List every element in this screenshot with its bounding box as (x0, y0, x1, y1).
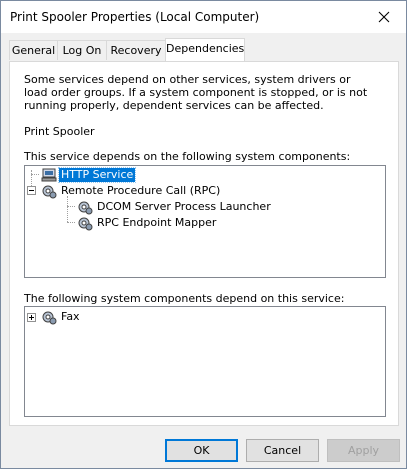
gear-service-icon (78, 217, 93, 231)
cancel-button[interactable]: Cancel (246, 439, 319, 462)
driver-icon (41, 168, 57, 182)
tree-item-rpc[interactable]: Remote Procedure Call (RPC) (41, 183, 222, 199)
dependencies-panel: Some services depend on other services, … (9, 61, 399, 426)
service-name: Print Spooler (24, 125, 95, 138)
tree-item-http-service[interactable]: HTTP Service (41, 167, 137, 183)
tree-item-label: Remote Procedure Call (RPC) (61, 184, 221, 197)
tree-item-label: HTTP Service (57, 167, 137, 183)
apply-button: Apply (327, 439, 400, 462)
tree-item-fax[interactable]: Fax (41, 309, 82, 325)
tab-label: Recovery (110, 44, 162, 57)
close-button[interactable] (362, 1, 406, 33)
tree-connector (31, 174, 39, 175)
tab-label: Dependencies (166, 42, 245, 55)
dependencies-description: Some services depend on other services, … (24, 73, 368, 112)
tree-item-dcom-launcher[interactable]: DCOM Server Process Launcher (77, 199, 273, 215)
depends-on-label: This service depends on the following sy… (24, 150, 351, 163)
window-title: Print Spooler Properties (Local Computer… (10, 10, 260, 24)
tab-recovery[interactable]: Recovery (106, 40, 166, 60)
depends-on-tree[interactable]: HTTP Service Remote Procedure Call (RPC)… (24, 165, 386, 278)
title-bar[interactable]: Print Spooler Properties (Local Computer… (1, 1, 406, 33)
tab-log-on[interactable]: Log On (57, 40, 107, 60)
tree-item-label: RPC Endpoint Mapper (97, 216, 217, 229)
tree-item-rpc-endpoint-mapper[interactable]: RPC Endpoint Mapper (77, 215, 218, 231)
close-icon (378, 11, 390, 23)
expand-toggle[interactable] (27, 313, 36, 322)
gear-service-icon (78, 201, 93, 215)
tab-label: Log On (62, 44, 102, 57)
gear-service-icon (42, 311, 57, 325)
tab-strip: General Log On Recovery Dependencies (9, 38, 399, 62)
tab-general[interactable]: General (9, 40, 58, 60)
ok-button[interactable]: OK (165, 439, 238, 462)
tree-connector (67, 196, 68, 222)
dependents-tree[interactable]: Fax (24, 306, 386, 417)
properties-dialog: Print Spooler Properties (Local Computer… (0, 0, 407, 469)
tree-item-label: DCOM Server Process Launcher (97, 200, 271, 213)
dependents-label: The following system components depend o… (24, 292, 345, 305)
collapse-toggle[interactable] (27, 186, 36, 195)
gear-service-icon (42, 185, 57, 199)
tree-connector (67, 206, 75, 207)
tree-connector (67, 222, 75, 223)
tab-label: General (11, 44, 56, 57)
tree-item-label: Fax (61, 310, 80, 323)
tab-dependencies[interactable]: Dependencies (165, 38, 245, 61)
